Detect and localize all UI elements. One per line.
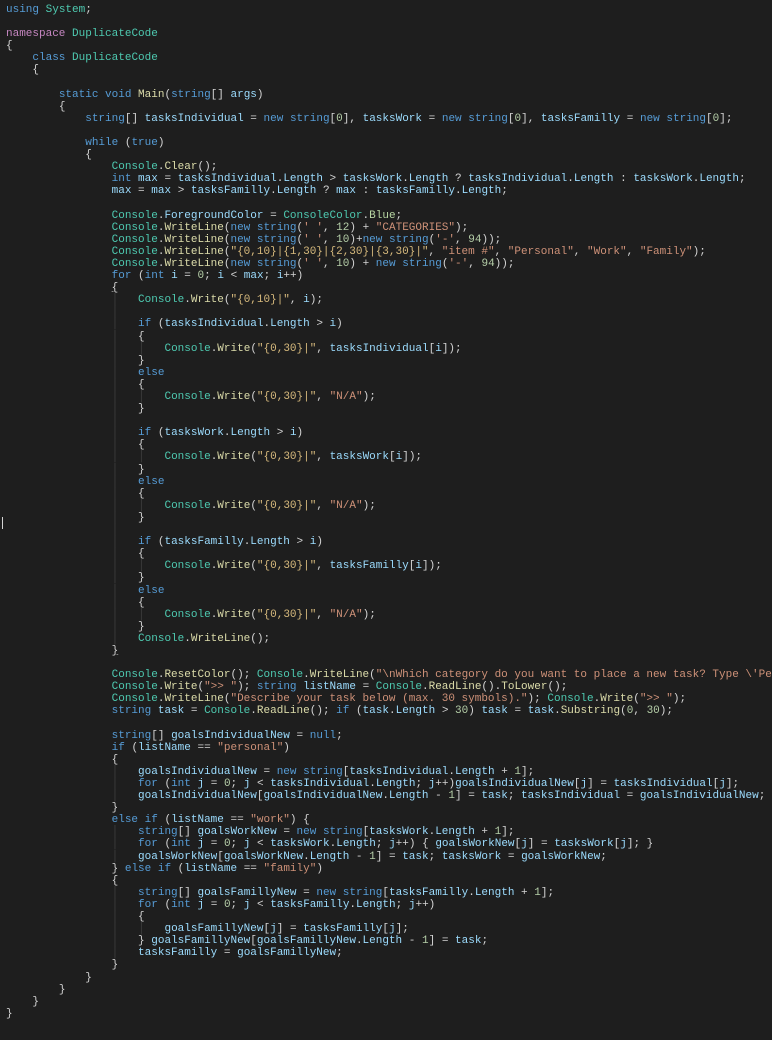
code-editor[interactable]: using System; namespace DuplicateCode { … [0, 0, 772, 1040]
code-content: using System; namespace DuplicateCode { … [6, 4, 772, 1020]
text-cursor [2, 517, 3, 529]
